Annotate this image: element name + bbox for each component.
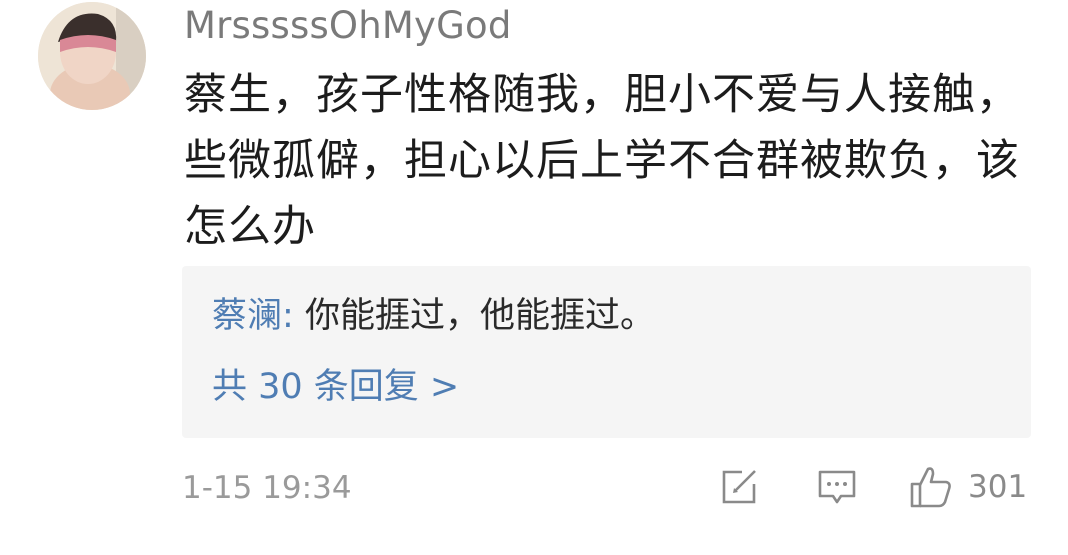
comment-text: 蔡生，孩子性格随我，胆小不爱与人接触，些微孤僻，担心以后上学不合群被欺负，该怎么… [184, 70, 1020, 252]
avatar-image [38, 2, 146, 110]
reply-separator: : [282, 296, 305, 336]
comment-icon [818, 470, 856, 504]
avatar[interactable] [38, 2, 146, 110]
reply-line: 蔡澜: 你能捱过，他能捱过。 [212, 288, 655, 344]
like-button[interactable]: 301 [908, 462, 1027, 512]
reply-content: 你能捱过，他能捱过。 [304, 296, 655, 336]
comment-button[interactable] [815, 462, 859, 512]
share-icon [722, 470, 756, 504]
thumbs-up-icon [910, 467, 951, 508]
reply-author[interactable]: 蔡澜 [212, 296, 282, 336]
like-count: 301 [968, 469, 1028, 505]
comment-timestamp: 1-15 19:34 [182, 470, 352, 506]
share-button[interactable] [718, 462, 760, 512]
username[interactable]: MrsssssOhMyGod [184, 0, 512, 52]
view-all-replies-link[interactable]: 共 30 条回复 > [212, 358, 459, 416]
